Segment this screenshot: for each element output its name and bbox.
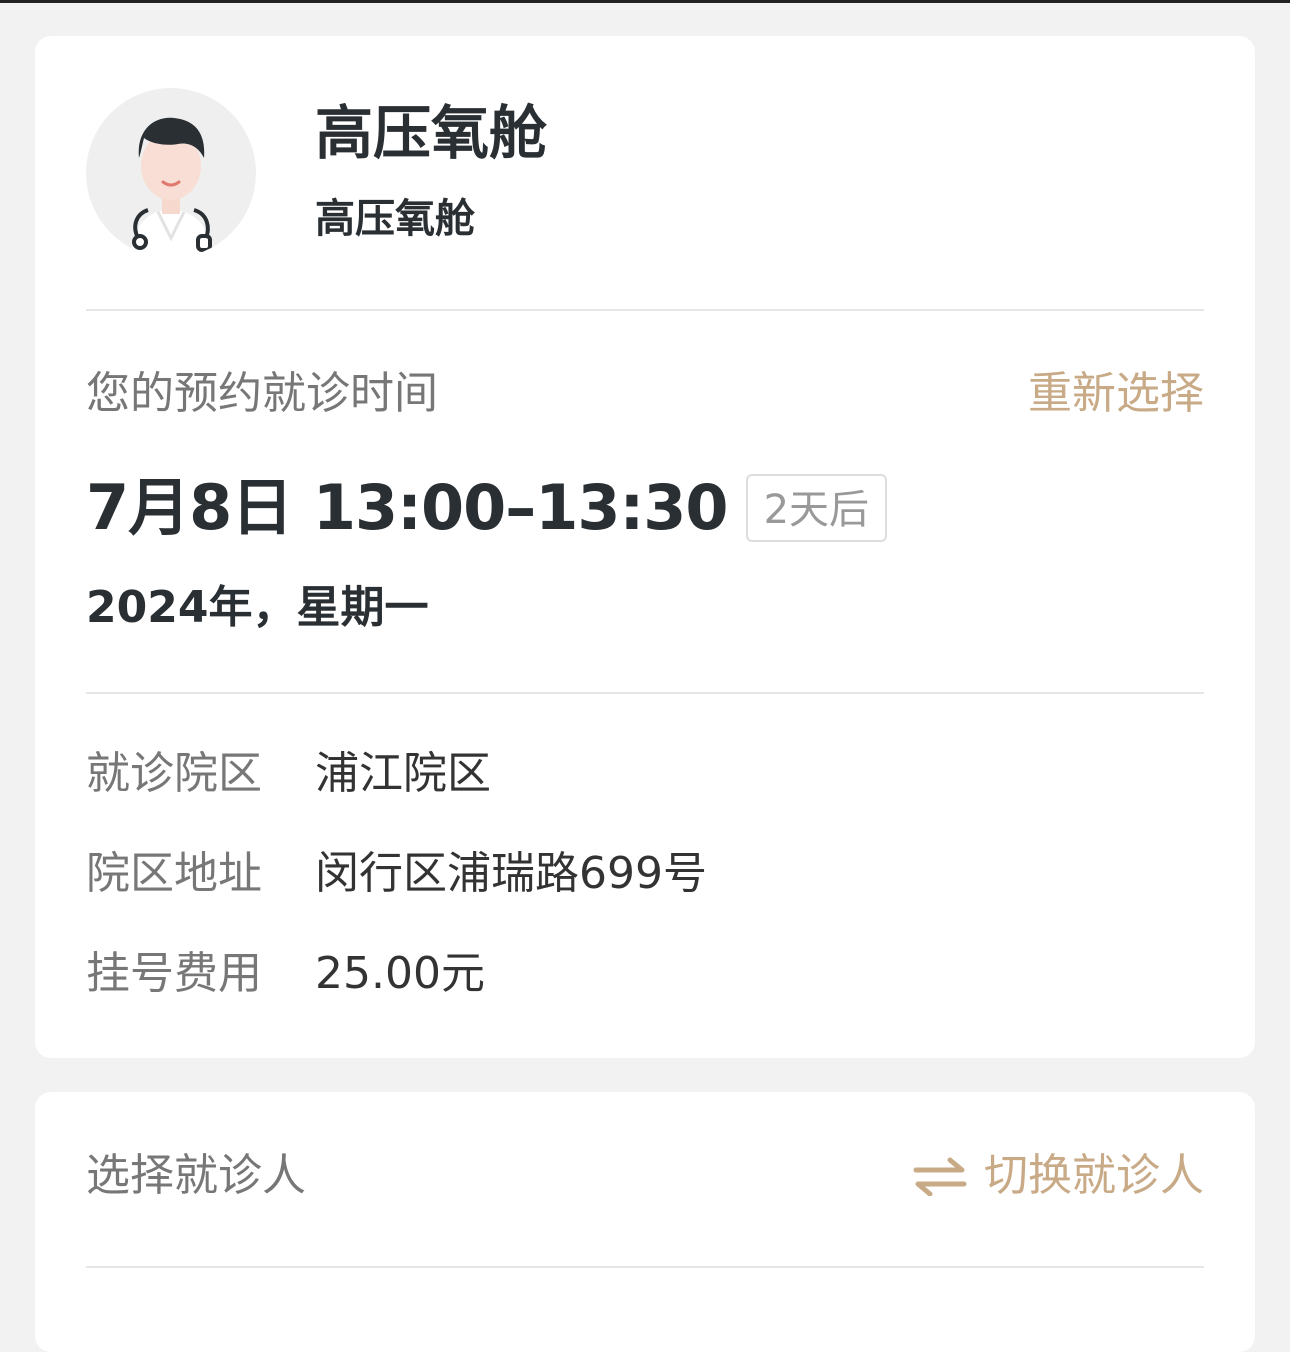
- divider: [86, 692, 1204, 694]
- fee-label: 挂号费用: [86, 948, 262, 999]
- campus-value: 浦江院区: [315, 748, 491, 799]
- appointment-time-row: 7月8日 13:00–13:30 2天后: [86, 468, 888, 548]
- fee-value: 25.00元: [315, 948, 485, 999]
- campus-label: 就诊院区: [86, 748, 262, 799]
- doctor-department: 高压氧舱: [315, 196, 475, 242]
- doctor-avatar-icon: [86, 88, 256, 258]
- appointment-date-time: 7月8日 13:00–13:30: [86, 471, 729, 544]
- top-edge: [0, 0, 1290, 3]
- divider: [86, 1266, 1204, 1268]
- switch-patient-label: 切换就诊人: [984, 1150, 1204, 1201]
- appointment-year-weekday: 2024年，星期一: [86, 582, 429, 633]
- switch-patient-button[interactable]: 切换就诊人: [912, 1148, 1204, 1204]
- appointment-card: 高压氧舱 高压氧舱 您的预约就诊时间 重新选择 7月8日 13:00–13:30…: [35, 36, 1255, 1058]
- divider: [86, 309, 1204, 311]
- reselect-button[interactable]: 重新选择: [1028, 366, 1204, 422]
- patient-card: 选择就诊人 切换就诊人: [35, 1092, 1255, 1352]
- address-label: 院区地址: [86, 848, 262, 899]
- address-value: 闵行区浦瑞路699号: [315, 848, 707, 899]
- appointment-time-label: 您的预约就诊时间: [86, 368, 438, 419]
- swap-arrows-icon: [912, 1156, 968, 1197]
- days-until-badge: 2天后: [745, 474, 888, 542]
- doctor-name: 高压氧舱: [315, 99, 548, 167]
- select-patient-label: 选择就诊人: [86, 1150, 306, 1201]
